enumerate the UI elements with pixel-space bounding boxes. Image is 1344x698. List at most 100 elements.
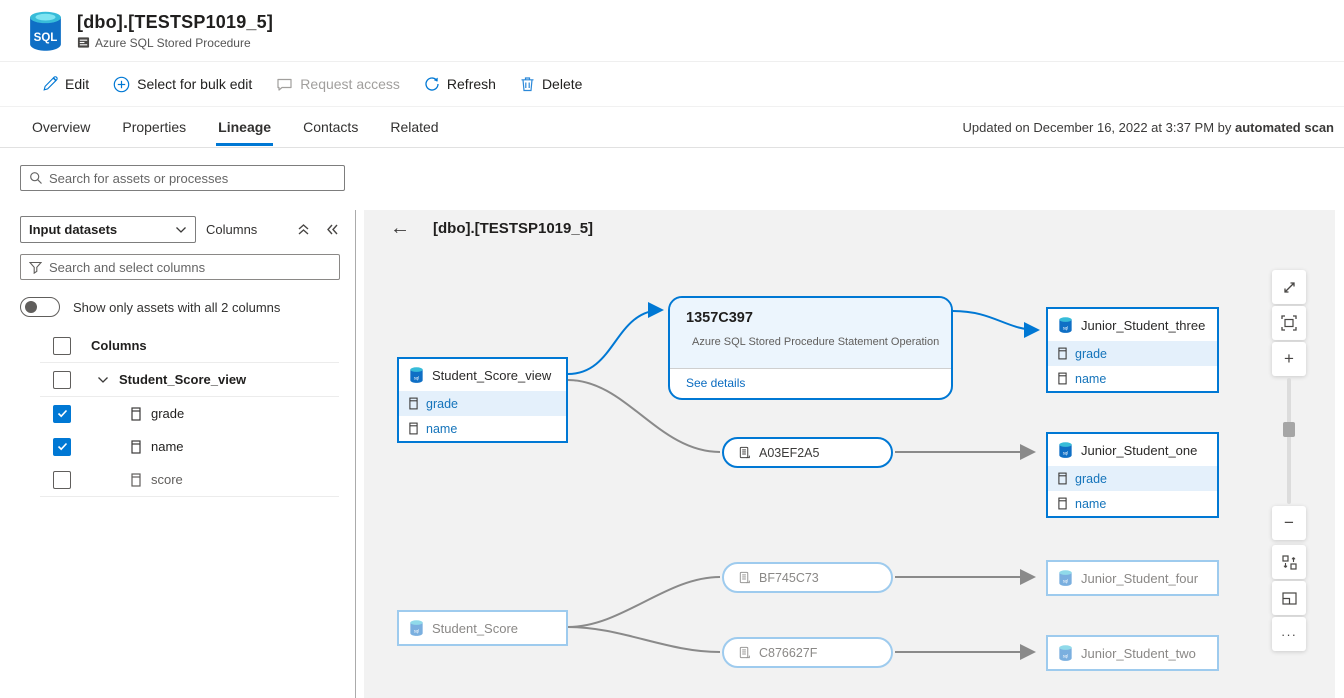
refresh-button[interactable]: Refresh (412, 70, 508, 98)
columns-mode-label: Columns (196, 222, 257, 237)
updated-by: automated scan (1235, 120, 1334, 135)
edit-button[interactable]: Edit (30, 70, 101, 98)
azure-sql-database-icon: SQL (27, 11, 64, 51)
asset-type-icon (77, 36, 90, 49)
filter-funnel-icon (29, 261, 42, 274)
pill-label: BF745C73 (759, 571, 819, 585)
swap-layout-icon (1282, 555, 1297, 570)
column-search-box[interactable] (20, 254, 340, 280)
tab-overview[interactable]: Overview (30, 109, 92, 146)
node-junior-student-three[interactable]: sql Junior_Student_three grade name (1046, 307, 1219, 393)
node-junior-student-four[interactable]: sql Junior_Student_four (1046, 560, 1219, 596)
plus-icon: + (1284, 349, 1294, 369)
zoom-slider-handle[interactable] (1283, 422, 1295, 437)
node-column-name[interactable]: name (1048, 366, 1217, 391)
canvas-zoom-toolbar: + − (1272, 270, 1306, 653)
svg-text:sql: sql (1063, 450, 1069, 455)
node-column-name[interactable]: name (399, 416, 566, 441)
column-icon (1058, 372, 1067, 385)
node-c876627f[interactable]: C876627F (722, 637, 893, 668)
delete-label: Delete (542, 76, 582, 92)
node-a03ef2a5[interactable]: A03EF2A5 (722, 437, 893, 468)
minus-icon: − (1284, 513, 1294, 533)
tab-related[interactable]: Related (388, 109, 440, 146)
node-title: Student_Score (432, 621, 518, 636)
column-name: name (1075, 497, 1106, 511)
asset-search-input[interactable] (49, 171, 336, 186)
tab-lineage[interactable]: Lineage (216, 109, 273, 146)
select-for-bulk-edit-button[interactable]: Select for bulk edit (101, 70, 264, 99)
asset-type-label: Azure SQL Stored Procedure (95, 36, 251, 50)
show-only-assets-toggle[interactable] (20, 297, 60, 317)
group-chevron-down-icon[interactable] (97, 376, 109, 384)
column-name: grade (1075, 472, 1107, 486)
tab-properties[interactable]: Properties (120, 109, 188, 146)
process-title: 1357C397 (686, 310, 935, 326)
node-junior-student-one[interactable]: sql Junior_Student_one grade name (1046, 432, 1219, 518)
dataset-direction-dropdown[interactable]: Input datasets (20, 216, 196, 243)
fit-to-screen-button[interactable] (1272, 306, 1306, 340)
sql-table-icon: sql (1058, 442, 1073, 458)
panel-gutter (356, 210, 364, 698)
column-row-name[interactable]: name (20, 430, 339, 463)
node-bf745c73[interactable]: BF745C73 (722, 562, 893, 593)
chevron-down-icon (175, 226, 187, 234)
see-details-link[interactable]: See details (670, 369, 951, 397)
node-junior-student-two[interactable]: sql Junior_Student_two (1046, 635, 1219, 671)
edge-ss-c87[interactable] (568, 627, 720, 652)
node-column-name[interactable]: name (1048, 491, 1217, 516)
svg-text:sql: sql (1063, 325, 1069, 330)
request-access-label: Request access (300, 76, 400, 92)
more-options-button[interactable]: ··· (1272, 617, 1306, 651)
edit-label: Edit (65, 76, 89, 92)
table-group-row[interactable]: Student_Score_view (20, 363, 339, 396)
name-checkbox[interactable] (53, 438, 71, 456)
collapse-panel-icon[interactable] (326, 223, 339, 236)
script-icon (738, 446, 751, 459)
sql-table-icon: sql (1058, 570, 1073, 586)
select-all-checkbox[interactable] (53, 337, 71, 355)
columns-tree: Columns Student_Score_view grade (20, 329, 339, 497)
svg-text:sql: sql (1063, 578, 1069, 583)
node-title: Junior_Student_one (1081, 443, 1197, 458)
lineage-content: Input datasets Columns (0, 210, 1344, 698)
refresh-icon (424, 76, 440, 92)
node-student-score-view[interactable]: sql Student_Score_view grade name (397, 357, 568, 443)
node-column-grade[interactable]: grade (1048, 466, 1217, 491)
column-label: grade (151, 406, 184, 421)
column-name: name (426, 422, 457, 436)
column-row-grade[interactable]: grade (20, 397, 339, 430)
grade-checkbox[interactable] (53, 405, 71, 423)
chat-bubble-icon (276, 76, 293, 92)
group-checkbox[interactable] (53, 371, 71, 389)
column-name: name (1075, 372, 1106, 386)
node-column-grade[interactable]: grade (1048, 341, 1217, 366)
node-process-1357c397[interactable]: 1357C397 Azure SQL Stored Procedure Stat… (668, 296, 953, 400)
column-row-score[interactable]: score (20, 463, 339, 496)
collapse-section-icon[interactable] (297, 223, 310, 236)
expand-fullscreen-button[interactable] (1272, 270, 1306, 304)
node-student-score[interactable]: sql Student_Score (397, 610, 568, 646)
tab-contacts[interactable]: Contacts (301, 109, 360, 146)
zoom-out-button[interactable]: − (1272, 506, 1306, 540)
svg-text:sql: sql (414, 375, 420, 380)
column-icon (131, 473, 141, 487)
column-search-input[interactable] (49, 260, 331, 275)
minimap-button[interactable] (1272, 581, 1306, 615)
tree-header-row[interactable]: Columns (20, 329, 339, 362)
pencil-icon (42, 76, 58, 92)
delete-button[interactable]: Delete (508, 70, 594, 98)
zoom-slider[interactable] (1287, 378, 1291, 504)
edge-ssview-process[interactable] (568, 310, 662, 374)
reset-layout-button[interactable] (1272, 545, 1306, 579)
minimap-icon (1282, 592, 1297, 605)
node-column-grade[interactable]: grade (399, 391, 566, 416)
edge-process-junior-three[interactable] (953, 311, 1038, 330)
edge-ss-bf7[interactable] (568, 577, 720, 627)
lineage-canvas[interactable]: ← [dbo].[TESTSP1019_5] (364, 210, 1335, 698)
updated-status: Updated on December 16, 2022 at 3:37 PM … (963, 120, 1334, 135)
command-bar: Edit Select for bulk edit Request access… (0, 62, 1344, 107)
score-checkbox[interactable] (53, 471, 71, 489)
zoom-in-button[interactable]: + (1272, 342, 1306, 376)
asset-search-box[interactable] (20, 165, 345, 191)
